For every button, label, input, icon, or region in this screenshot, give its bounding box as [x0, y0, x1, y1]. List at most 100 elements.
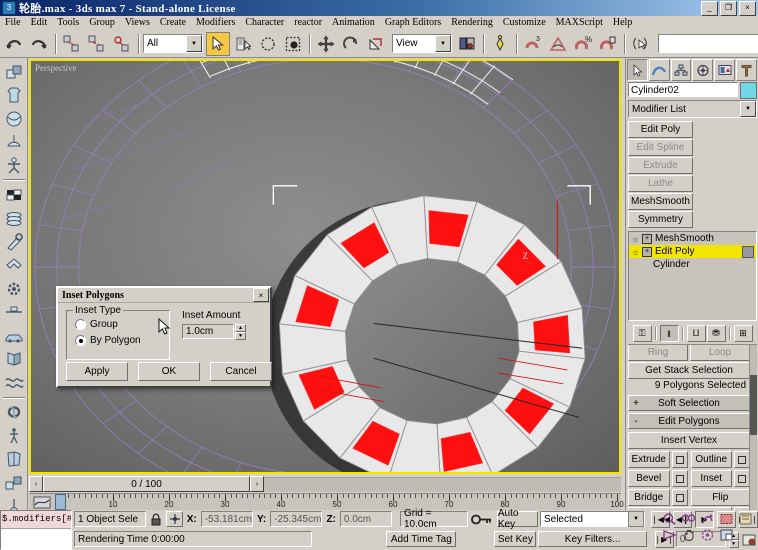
inset-button[interactable]: Inset: [690, 470, 732, 487]
select-and-link-button[interactable]: [60, 31, 84, 56]
field-of-view-cone-icon[interactable]: [660, 527, 679, 543]
get-stack-selection-button[interactable]: Get Stack Selection: [628, 362, 750, 379]
selection-filter-combo[interactable]: All ▼: [143, 34, 203, 53]
extrude-settings-button[interactable]: [671, 451, 688, 468]
bevel-settings-button[interactable]: [671, 470, 688, 487]
close-button[interactable]: ×: [739, 1, 756, 16]
select-region-button[interactable]: [256, 31, 280, 56]
light-bulb-icon[interactable]: ☼: [631, 234, 640, 244]
percent-snap-button[interactable]: %: [571, 31, 595, 56]
insert-vertex-button[interactable]: Insert Vertex: [628, 432, 750, 449]
utilities-tab[interactable]: [736, 59, 757, 81]
menu-item-tools[interactable]: Tools: [52, 16, 84, 30]
hammer-tool-icon[interactable]: [2, 254, 26, 277]
ok-button[interactable]: OK: [138, 362, 200, 381]
maxscript-listener-input[interactable]: [1, 529, 71, 549]
plane-fold-icon[interactable]: [2, 348, 26, 371]
stack-item-edit-poly[interactable]: ☼ + Edit Poly: [629, 245, 756, 258]
ring-button[interactable]: Ring: [628, 345, 688, 361]
x-coordinate-field[interactable]: -53.181cm: [200, 511, 253, 527]
apply-button[interactable]: Apply: [66, 362, 128, 381]
time-slider-track[interactable]: [264, 476, 621, 492]
select-and-rotate-button[interactable]: [339, 31, 363, 56]
stack-item-meshsmooth[interactable]: ☼ + MeshSmooth: [629, 232, 756, 245]
outline-settings-button[interactable]: [734, 451, 750, 468]
menu-item-character[interactable]: Character: [240, 16, 289, 30]
bind-to-space-warp-button[interactable]: [110, 31, 134, 56]
checker-map-icon[interactable]: [2, 183, 26, 206]
skeleton-icon[interactable]: [2, 424, 26, 447]
modifier-button-edit-poly[interactable]: Edit Poly: [628, 121, 693, 138]
reference-coordinate-combo[interactable]: View ▼: [392, 34, 452, 53]
wrench-tool-icon[interactable]: [2, 230, 26, 253]
menu-item-views[interactable]: Views: [120, 16, 155, 30]
restore-button[interactable]: ❐: [720, 1, 737, 16]
key-filters-button[interactable]: Key Filters...: [538, 531, 647, 547]
create-tab[interactable]: [627, 59, 648, 81]
scrollbar-thumb[interactable]: [750, 375, 757, 435]
key-mode-toggle-icon[interactable]: [470, 511, 495, 527]
menu-item-reactor[interactable]: reactor: [289, 16, 327, 30]
maximize-viewport-icon[interactable]: [717, 527, 736, 543]
time-slider-handle[interactable]: 0 / 100: [43, 476, 250, 492]
maxscript-listener[interactable]: $.modifiers[#: [0, 510, 72, 550]
absolute-relative-transform-button[interactable]: [166, 511, 183, 527]
show-end-result-icon[interactable]: ‖: [659, 325, 679, 342]
chevron-down-icon[interactable]: ▼: [186, 35, 202, 52]
named-selection-sets-combo[interactable]: ▼: [658, 34, 758, 53]
wave-icon[interactable]: [2, 371, 26, 394]
biped-icon[interactable]: [2, 154, 26, 177]
dialog-close-button[interactable]: ×: [253, 288, 269, 302]
torus-knot-icon[interactable]: [2, 401, 26, 424]
expand-plus-icon[interactable]: +: [642, 246, 652, 257]
key-filter-target-combo[interactable]: Selected ▼: [539, 511, 645, 527]
open-mini-curve-editor-icon[interactable]: [33, 496, 51, 509]
car-icon[interactable]: [2, 324, 26, 347]
menu-item-edit[interactable]: Edit: [26, 16, 53, 30]
unlink-selection-button[interactable]: [85, 31, 109, 56]
spinner-up-button[interactable]: ▲: [235, 324, 246, 332]
edit-polygons-rollout-header[interactable]: - Edit Polygons: [628, 413, 750, 429]
edit-named-selection-sets-button[interactable]: [629, 31, 653, 56]
zoom-region-icon[interactable]: [717, 511, 736, 527]
menu-item-modifiers[interactable]: Modifiers: [191, 16, 240, 30]
chevron-down-icon[interactable]: ▼: [435, 35, 451, 52]
inset-amount-spinner[interactable]: ▲ ▼: [235, 324, 246, 340]
flip-button[interactable]: Flip: [690, 489, 750, 506]
menu-item-create[interactable]: Create: [155, 16, 191, 30]
use-pivot-center-button[interactable]: [455, 31, 479, 56]
lathe-icon[interactable]: [2, 130, 26, 153]
menu-item-graph-editors[interactable]: Graph Editors: [380, 16, 446, 30]
two-boxes-icon[interactable]: [2, 471, 26, 494]
modifier-stack[interactable]: ☼ + MeshSmooth ☼ + Edit Poly Cylinder: [628, 231, 757, 321]
window-crossing-button[interactable]: [281, 31, 305, 56]
redo-button[interactable]: [27, 31, 51, 56]
inset-amount-field[interactable]: 1.0cm: [182, 324, 234, 339]
by-polygon-radio[interactable]: [75, 335, 86, 346]
rollout-scroll-area[interactable]: Shrink Grow Ring Loop Get Stack Selectio…: [628, 344, 757, 510]
snaps-toggle-button[interactable]: 3: [521, 31, 545, 56]
cloth-panel-icon[interactable]: [2, 447, 26, 470]
perspective-viewport[interactable]: Perspective Z: [29, 59, 621, 474]
arc-rotate-icon[interactable]: [698, 527, 717, 543]
hierarchy-tab[interactable]: [670, 59, 692, 81]
select-object-button[interactable]: [206, 31, 230, 56]
pan-hand-icon[interactable]: [679, 527, 698, 543]
stack-disc-icon[interactable]: [2, 207, 26, 230]
current-frame-indicator[interactable]: [55, 494, 66, 510]
soft-selection-toggle[interactable]: +: [629, 398, 643, 409]
group-radio[interactable]: [75, 319, 86, 330]
set-key-button[interactable]: Set Key: [494, 531, 537, 547]
sphere-icon[interactable]: [2, 107, 26, 130]
menu-item-help[interactable]: Help: [608, 16, 637, 30]
bridge-settings-button[interactable]: [671, 489, 688, 506]
menu-item-maxscript[interactable]: MAXScript: [551, 16, 608, 30]
modifier-button-meshsmooth[interactable]: MeshSmooth: [628, 193, 693, 210]
time-slider-prev-button[interactable]: ‹: [29, 476, 43, 492]
gear-settings-icon[interactable]: [2, 277, 26, 300]
inset-settings-button[interactable]: [734, 470, 750, 487]
menu-item-group[interactable]: Group: [84, 16, 120, 30]
motion-tab[interactable]: [692, 59, 714, 81]
pin-stack-icon[interactable]: ⚿: [632, 325, 652, 342]
zoom-icon[interactable]: [660, 511, 679, 527]
